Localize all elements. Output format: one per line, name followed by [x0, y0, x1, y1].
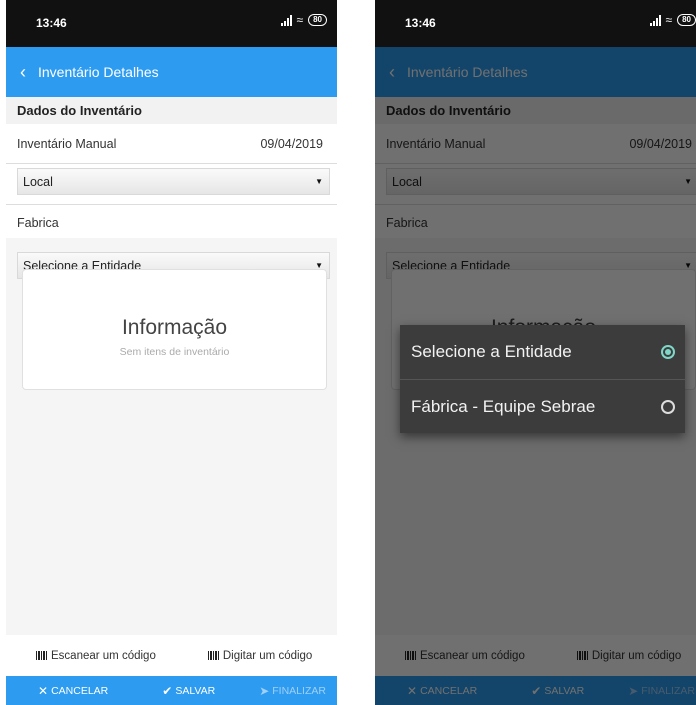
status-icons: ≈ 80 — [280, 13, 327, 27]
radio-unselected-icon[interactable] — [661, 399, 675, 414]
wifi-icon: ≈ — [296, 13, 304, 27]
action-bar: ✕ CANCELAR ✔ SALVAR ➤ FINALIZAR — [6, 676, 337, 705]
status-bar: 13:46 ≈ 80 — [6, 0, 337, 47]
divider — [6, 204, 337, 205]
finish-button[interactable]: ➤ FINALIZAR — [259, 684, 326, 698]
dialog-option-select-entity[interactable]: Selecione a Entidade — [400, 325, 685, 379]
screen-inventory-details: 13:46 ≈ 80 ‹ Inventário Detalhes Dados d… — [6, 0, 337, 705]
scan-code-label: Escanear um código — [51, 649, 156, 662]
status-icons: ≈ 80 — [649, 13, 696, 27]
send-icon: ➤ — [259, 683, 270, 698]
inventory-date: 09/04/2019 — [260, 136, 323, 151]
app-header: ‹ Inventário Detalhes — [6, 47, 337, 97]
status-bar: 13:46 ≈ 80 — [375, 0, 696, 47]
dialog-option-fabrica-sebrae[interactable]: Fábrica - Equipe Sebrae — [400, 379, 685, 433]
screen-inventory-details-dialog: 13:46 ≈ 80 ‹ Inventário Detalhes Dados d… — [375, 0, 696, 705]
finish-label: FINALIZAR — [272, 684, 326, 697]
save-button[interactable]: ✔ SALVAR — [162, 684, 215, 698]
barcode-icon — [207, 651, 220, 660]
dialog-option-label: Fábrica - Equipe Sebrae — [411, 396, 596, 416]
signal-icon — [280, 14, 292, 26]
status-time: 13:46 — [36, 16, 67, 30]
save-label: SALVAR — [175, 684, 216, 697]
scan-bar: Escanear um código Digitar um código — [6, 635, 337, 676]
cancel-button[interactable]: ✕ CANCELAR — [38, 684, 108, 698]
close-icon: ✕ — [38, 683, 49, 698]
check-icon: ✔ — [162, 683, 173, 698]
dialog-option-label: Selecione a Entidade — [411, 342, 572, 361]
section-header: Dados do Inventário — [6, 97, 337, 124]
local-select-value: Local — [23, 174, 53, 189]
entity-picker-dialog: Selecione a Entidade Fábrica - Equipe Se… — [400, 325, 685, 433]
back-icon[interactable]: ‹ — [8, 62, 38, 83]
wifi-icon: ≈ — [665, 13, 673, 27]
battery-icon: 80 — [308, 14, 327, 26]
inventory-name: Inventário Manual — [17, 136, 117, 151]
info-title: Informação — [121, 316, 228, 339]
signal-icon — [649, 14, 661, 26]
inventory-row: Inventário Manual 09/04/2019 — [6, 124, 337, 164]
page-title: Inventário Detalhes — [38, 64, 159, 80]
radio-selected-icon[interactable] — [661, 345, 675, 359]
dropdown-arrow-icon: ▼ — [315, 177, 323, 186]
type-code-label: Digitar um código — [222, 649, 313, 662]
barcode-icon — [36, 651, 48, 660]
status-time: 13:46 — [405, 16, 436, 30]
info-card: Informação Sem itens de inventário — [22, 269, 327, 390]
local-select[interactable]: Local ▼ — [17, 168, 330, 195]
type-code-button[interactable]: Digitar um código — [207, 649, 313, 662]
info-subtitle: Sem itens de inventário — [119, 346, 230, 358]
scan-code-button[interactable]: Escanear um código — [36, 650, 156, 662]
location-label: Fabrica — [17, 216, 59, 230]
battery-icon: 80 — [677, 14, 696, 26]
cancel-label: CANCELAR — [51, 684, 109, 697]
